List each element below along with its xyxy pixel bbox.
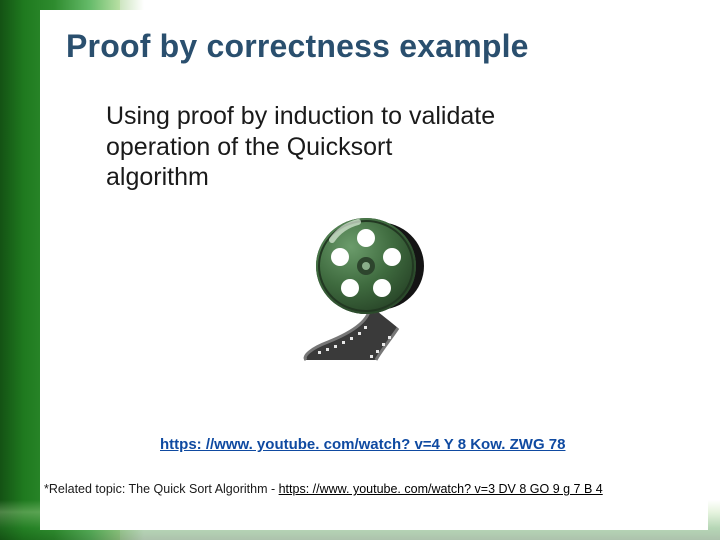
- related-topic-link[interactable]: https: //www. youtube. com/watch? v=3 DV…: [279, 482, 603, 496]
- slide-title: Proof by correctness example: [0, 0, 720, 65]
- slide: Proof by correctness example Using proof…: [0, 0, 720, 540]
- slide-content: Proof by correctness example Using proof…: [0, 0, 720, 540]
- main-video-link[interactable]: https: //www. youtube. com/watch? v=4 Y …: [160, 436, 565, 453]
- film-reel-icon: [258, 210, 458, 370]
- slide-subtitle: Using proof by induction to validate ope…: [0, 65, 560, 193]
- related-topic-label: *Related topic: The Quick Sort Algorithm…: [44, 482, 279, 496]
- related-topic: *Related topic: The Quick Sort Algorithm…: [44, 482, 603, 496]
